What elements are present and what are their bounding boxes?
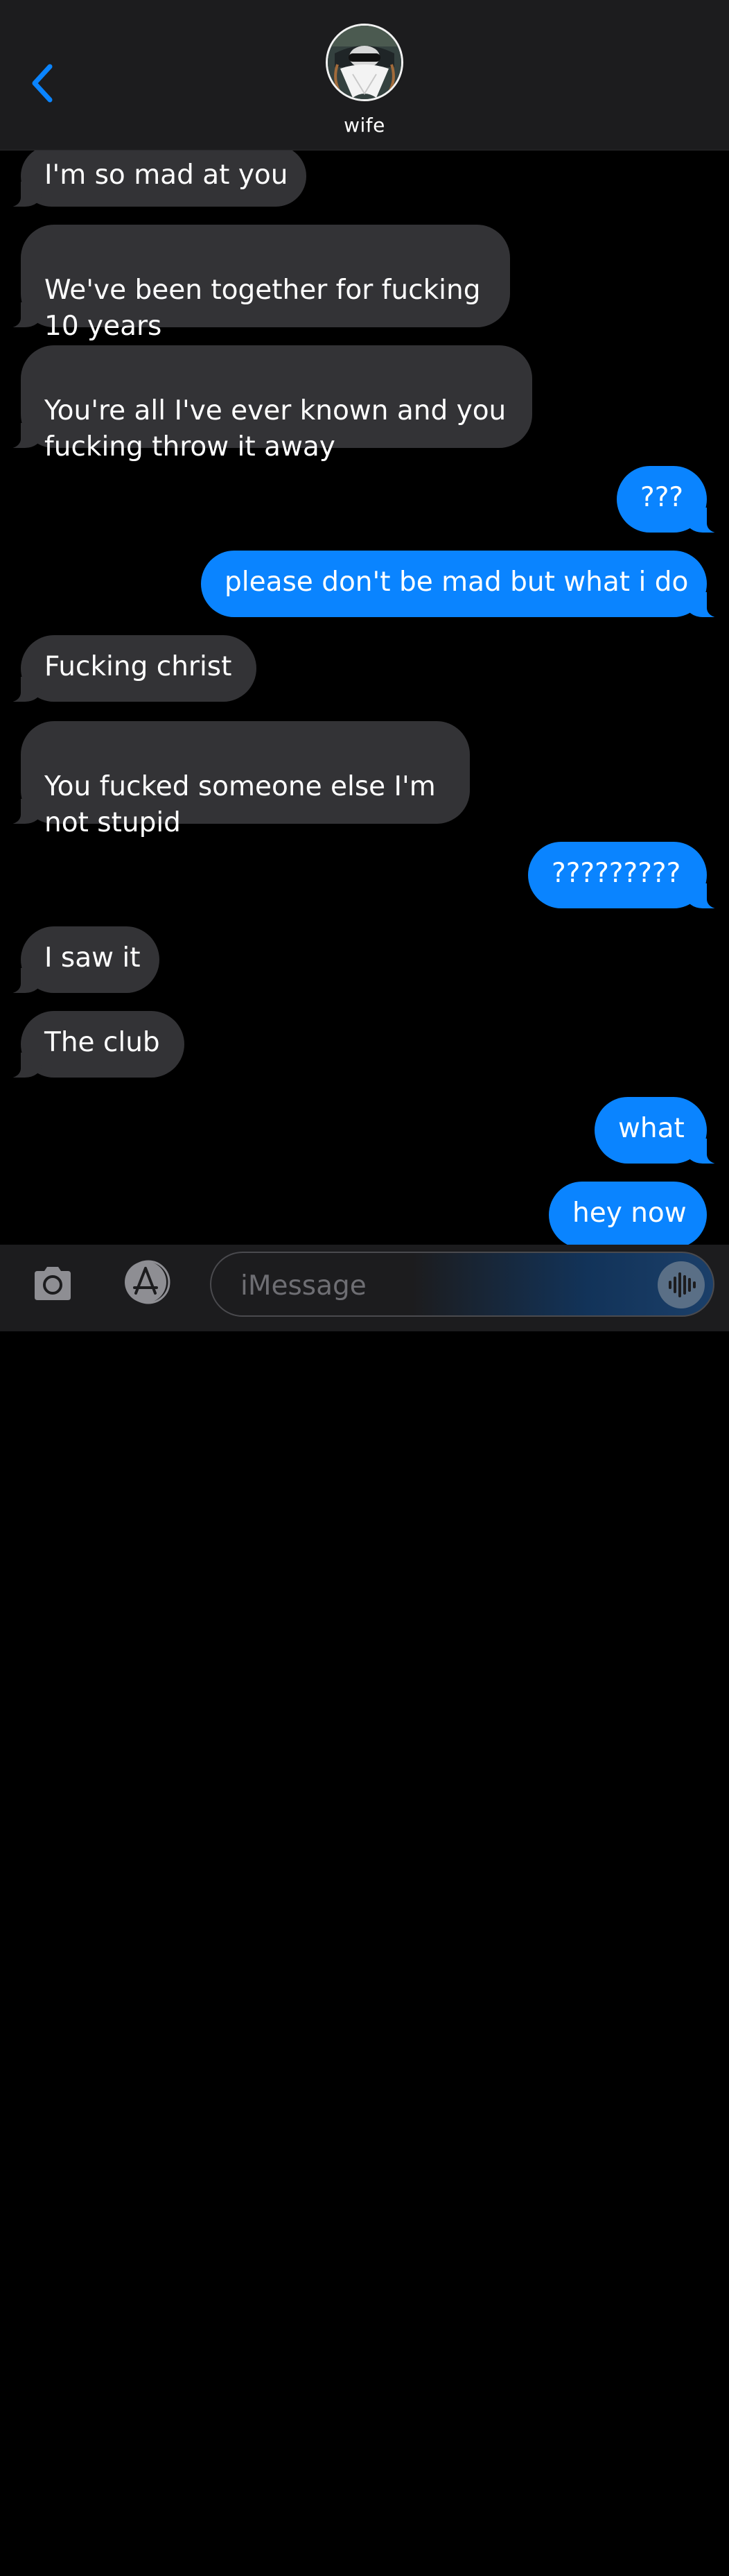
message-text: You're all I've ever known and you fucki… (44, 395, 507, 463)
message-bubble-sent[interactable]: ????????? (528, 842, 728, 909)
message-bubble-sent[interactable]: please don't be mad but what i do (201, 551, 728, 618)
camera-icon (35, 1267, 71, 1300)
message-text: You fucked someone else I'm not stupid (44, 771, 436, 838)
camera-button[interactable] (30, 1261, 75, 1306)
message-input-container[interactable] (210, 1252, 714, 1317)
bottom-edge (0, 2570, 729, 2576)
message-text: I saw it (44, 942, 141, 974)
message-text: hey now (572, 1198, 687, 1229)
message-bubble-sent[interactable]: ??? (617, 466, 728, 533)
message-text: please don't be mad but what i do (225, 567, 689, 598)
message-input[interactable] (239, 1265, 616, 1306)
message-bubble-received[interactable]: I saw it (0, 926, 159, 994)
app-store-button[interactable] (118, 1259, 179, 1306)
message-text: We've been together for fucking 10 years (44, 275, 481, 342)
audio-record-button[interactable] (658, 1261, 705, 1308)
message-text: The club (44, 1027, 160, 1058)
message-text: ??? (640, 482, 684, 513)
message-bubble-sent[interactable]: hey now (549, 1182, 707, 1245)
back-button[interactable] (26, 61, 60, 105)
compose-bar (0, 1245, 729, 2576)
audio-waveform-icon (669, 1272, 696, 1297)
message-bubble-sent[interactable]: what (595, 1097, 728, 1164)
conversation-header: wife (0, 0, 729, 150)
chevron-left-icon (32, 64, 53, 103)
message-text: what (618, 1113, 685, 1144)
message-text: I'm so mad at you (44, 159, 288, 191)
message-thread[interactable]: I'm so mad at you We've been together fo… (0, 0, 729, 1245)
contact-avatar[interactable] (326, 24, 403, 101)
message-bubble-received[interactable]: You're all I've ever known and you fucki… (0, 345, 532, 463)
message-bubble-received[interactable]: You fucked someone else I'm not stupid (0, 721, 470, 838)
message-text: ????????? (552, 858, 681, 889)
app-store-icon (125, 1260, 170, 1304)
avatar-image-icon (328, 26, 401, 99)
message-text: Fucking christ (44, 651, 232, 682)
contact-name[interactable]: wife (0, 114, 729, 137)
message-bubble-received[interactable]: Fucking christ (0, 635, 256, 702)
message-bubble-received[interactable]: We've been together for fucking 10 years (0, 225, 510, 342)
message-bubble-received[interactable]: The club (0, 1011, 184, 1078)
message-bubble-received[interactable]: I'm so mad at you (0, 146, 306, 207)
